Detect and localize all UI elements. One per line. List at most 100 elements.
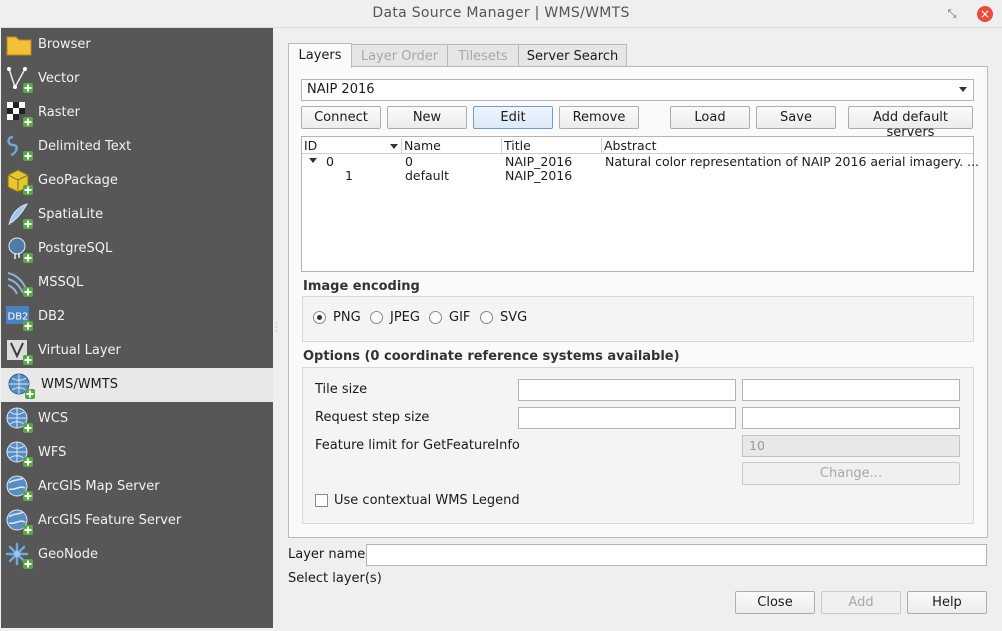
mssql-icon: [7, 272, 33, 297]
feature-limit-input: 10: [742, 435, 960, 457]
connection-select-value: NAIP 2016: [307, 82, 375, 97]
virtual-layer-icon: [7, 340, 33, 365]
sidebar-item-virtual-layer[interactable]: Virtual Layer: [1, 334, 273, 368]
sidebar-item-label: Vector: [38, 71, 80, 86]
sidebar-item-arcgis-feature-server[interactable]: ArcGIS Feature Server: [1, 504, 273, 538]
connect-button[interactable]: Connect: [301, 106, 381, 129]
sidebar-item-arcgis-map-server[interactable]: ArcGIS Map Server: [1, 470, 273, 504]
radio-gif-label[interactable]: GIF: [449, 310, 470, 325]
sidebar-item-db2[interactable]: DB2 DB2: [1, 300, 273, 334]
sidebar-item-mssql[interactable]: MSSQL: [1, 266, 273, 300]
sidebar-item-label: PostgreSQL: [38, 241, 113, 256]
column-header-title[interactable]: Title: [504, 138, 531, 153]
contextual-legend-label[interactable]: Use contextual WMS Legend: [334, 493, 520, 508]
sidebar-item-label: Raster: [38, 105, 80, 120]
request-step-size-label: Request step size: [315, 410, 430, 425]
sidebar-item-label: SpatiaLite: [38, 207, 104, 222]
sidebar-item-label: WFS: [38, 445, 67, 460]
title-bar: Data Source Manager | WMS/WMTS ⤡ ×: [0, 0, 1002, 28]
sidebar-item-vector[interactable]: Vector: [1, 62, 273, 96]
layers-tree-header: ID Name Title Abstract: [302, 137, 973, 154]
edit-connection-button[interactable]: Edit: [473, 106, 553, 129]
column-header-abstract[interactable]: Abstract: [604, 138, 656, 153]
status-text: Select layer(s): [288, 571, 382, 586]
feature-limit-label: Feature limit for GetFeatureInfo: [315, 438, 520, 453]
cell-name: default: [405, 168, 449, 183]
spatialite-icon: [8, 203, 33, 229]
db2-icon: DB2: [6, 306, 33, 331]
connection-select[interactable]: NAIP 2016: [301, 79, 974, 101]
delimited-text-icon: [7, 135, 33, 161]
add-default-servers-button[interactable]: Add default servers: [848, 106, 973, 140]
sidebar-item-label: ArcGIS Feature Server: [38, 513, 182, 528]
sidebar-item-wfs[interactable]: WFS: [1, 436, 273, 470]
tab-layers[interactable]: Layers: [288, 43, 352, 68]
step-width-input[interactable]: [518, 407, 736, 429]
sidebar-item-spatialite[interactable]: SpatiaLite: [1, 198, 273, 232]
sidebar-item-raster[interactable]: Raster: [1, 96, 273, 130]
sidebar-item-label: WMS/WMTS: [41, 377, 118, 392]
wcs-icon: [6, 407, 33, 433]
radio-gif[interactable]: [429, 311, 442, 324]
save-connections-button[interactable]: Save: [756, 106, 836, 129]
sidebar-item-label: GeoNode: [38, 547, 98, 562]
cell-abstract: Natural color representation of NAIP 201…: [605, 154, 980, 169]
tile-width-input[interactable]: [518, 379, 736, 401]
sidebar-item-label: GeoPackage: [38, 173, 118, 188]
table-row[interactable]: 0 0 NAIP_2016 Natural color representati…: [302, 154, 979, 169]
raster-icon: [7, 102, 33, 127]
chevron-down-icon: [959, 87, 967, 92]
sidebar-item-browser[interactable]: Browser: [1, 28, 273, 62]
sidebar-item-geopackage[interactable]: GeoPackage: [1, 164, 273, 198]
radio-svg[interactable]: [480, 311, 493, 324]
sort-arrow-icon: [390, 144, 398, 149]
cell-name: 0: [405, 154, 413, 169]
wms-icon: [8, 373, 35, 399]
sidebar-item-wcs[interactable]: WCS: [1, 402, 273, 436]
cell-title: NAIP_2016: [505, 154, 573, 169]
close-button[interactable]: Close: [735, 591, 815, 614]
db2-icon-text: DB2: [8, 312, 29, 323]
column-separator: [401, 138, 402, 153]
expand-arrow-icon[interactable]: [309, 158, 317, 163]
sidebar-item-label: Delimited Text: [38, 139, 132, 154]
tile-height-input[interactable]: [742, 379, 960, 401]
help-button[interactable]: Help: [907, 591, 987, 614]
cell-id: 0: [326, 154, 334, 169]
add-button: Add: [821, 591, 901, 614]
restore-window-button[interactable]: ⤡: [944, 6, 960, 22]
column-header-name[interactable]: Name: [404, 138, 441, 153]
geonode-icon: [5, 542, 33, 569]
radio-svg-label[interactable]: SVG: [500, 310, 527, 325]
change-crs-button: Change...: [742, 462, 960, 485]
table-row[interactable]: 1 default NAIP_2016: [302, 168, 973, 183]
arcgis-map-server-icon: [6, 475, 33, 501]
radio-png-label[interactable]: PNG: [333, 310, 361, 325]
column-header-id[interactable]: ID: [304, 138, 317, 153]
sidebar-item-geonode[interactable]: GeoNode: [1, 538, 273, 572]
arcgis-feature-server-icon: [6, 509, 33, 535]
radio-png[interactable]: [313, 311, 326, 324]
tab-server-search[interactable]: Server Search: [518, 44, 627, 68]
load-connections-button[interactable]: Load: [670, 106, 750, 129]
source-sidebar: Browser Vector Raster Delimited Text Geo…: [1, 28, 273, 628]
radio-jpeg[interactable]: [370, 311, 383, 324]
tab-tilesets: Tilesets: [447, 44, 519, 68]
layers-tree[interactable]: ID Name Title Abstract 0 0 NAIP_2016 Nat…: [301, 136, 979, 272]
sidebar-item-label: WCS: [38, 411, 69, 426]
new-connection-button[interactable]: New: [387, 106, 467, 129]
radio-jpeg-label[interactable]: JPEG: [390, 310, 420, 325]
cell-id: 1: [345, 168, 353, 183]
layer-name-label: Layer name: [288, 547, 366, 562]
close-window-button[interactable]: ×: [977, 6, 993, 22]
tile-size-label: Tile size: [315, 382, 368, 397]
sidebar-item-wms-wmts[interactable]: WMS/WMTS: [1, 368, 273, 402]
splitter-handle[interactable]: · · ·: [275, 320, 278, 336]
sidebar-item-delimited-text[interactable]: Delimited Text: [1, 130, 273, 164]
contextual-legend-checkbox[interactable]: [315, 494, 328, 507]
remove-connection-button[interactable]: Remove: [559, 106, 639, 129]
sidebar-item-postgresql[interactable]: PostgreSQL: [1, 232, 273, 266]
step-height-input[interactable]: [742, 407, 960, 429]
sidebar-item-label: DB2: [38, 309, 66, 324]
layer-name-input[interactable]: [366, 544, 987, 566]
